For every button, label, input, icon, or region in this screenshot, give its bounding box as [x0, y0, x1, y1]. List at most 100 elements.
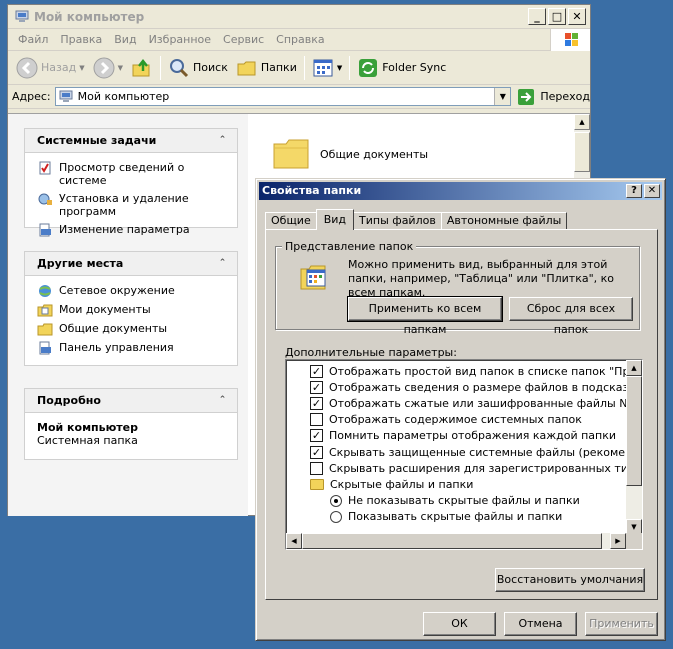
option-label: Скрывать расширения для зарегистрированн… — [329, 461, 643, 475]
settings-option[interactable]: ✓ Помнить параметры отображения каждой па… — [310, 428, 616, 444]
scroll-right-button[interactable]: ▶ — [610, 533, 626, 549]
back-button[interactable]: Назад ▼ — [12, 54, 89, 82]
maximize-button[interactable]: □ — [548, 8, 566, 25]
option-label: Отображать сжатые или зашифрованные файл… — [329, 396, 643, 410]
go-button[interactable]: Переход — [517, 88, 590, 106]
settings-option[interactable]: Не показывать скрытые файлы и папки — [330, 493, 580, 509]
tab-view[interactable]: Вид — [315, 209, 355, 230]
collapse-icon[interactable]: ⌃ — [216, 257, 229, 270]
scroll-thumb[interactable] — [574, 132, 590, 172]
option-label: Помнить параметры отображения каждой пап… — [329, 429, 617, 443]
settings-option[interactable]: ✓ Отображать простой вид папок в списке п… — [310, 363, 642, 379]
address-label: Адрес: — [12, 90, 51, 103]
up-folder-button[interactable] — [127, 54, 157, 82]
system-info-icon — [39, 161, 51, 175]
minimize-button[interactable]: _ — [528, 8, 546, 25]
back-arrow-icon — [16, 57, 38, 78]
checkbox[interactable]: ✓ — [310, 429, 323, 443]
system-tasks-header[interactable]: Системные задачи ⌃ — [25, 129, 237, 153]
shared-documents-item[interactable]: Общие документы — [272, 136, 428, 172]
scroll-up-button[interactable]: ▲ — [574, 114, 590, 130]
dialog-close-button[interactable]: ✕ — [644, 184, 660, 198]
add-remove-icon — [38, 193, 52, 205]
place-network[interactable]: Сетевое окружение — [37, 284, 227, 298]
menu-view[interactable]: Вид — [108, 33, 142, 46]
menu-edit[interactable]: Правка — [54, 33, 108, 46]
folder-icon — [273, 139, 309, 169]
control-panel-icon — [39, 341, 51, 355]
folder-icon — [310, 478, 324, 490]
radio-button[interactable] — [330, 494, 342, 507]
folder-views-icon — [300, 265, 326, 290]
list-vertical-scrollbar[interactable]: ▲ ▼ — [626, 360, 642, 535]
scroll-thumb[interactable] — [302, 533, 602, 549]
tab-offline-files[interactable]: Автономные файлы — [440, 212, 568, 230]
radio-button[interactable] — [330, 510, 342, 523]
dialog-title: Свойства папки — [262, 184, 362, 197]
collapse-icon[interactable]: ⌃ — [216, 394, 229, 407]
collapse-icon[interactable]: ⌃ — [216, 134, 229, 147]
menu-favorites[interactable]: Избранное — [143, 33, 217, 46]
menu-help[interactable]: Справка — [270, 33, 330, 46]
option-label: Отображать содержимое системных папок — [329, 413, 582, 427]
place-my-documents[interactable]: Мои документы — [37, 303, 227, 317]
reset-all-folders-button[interactable]: Сброс для всех папок — [509, 297, 633, 336]
advanced-settings-list[interactable]: ✓ Отображать простой вид папок в списке п… — [285, 359, 643, 550]
views-icon — [313, 59, 333, 76]
place-shared-documents[interactable]: Общие документы — [37, 322, 227, 336]
dialog-titlebar[interactable]: Свойства папки — [259, 182, 662, 200]
cancel-button[interactable]: Отмена — [504, 612, 577, 636]
task-add-remove-programs[interactable]: Установка и удаление программ — [37, 192, 227, 218]
address-dropdown-button[interactable]: ▼ — [494, 88, 511, 105]
scroll-up-button[interactable]: ▲ — [626, 360, 642, 376]
checkbox[interactable]: ✓ — [310, 396, 323, 410]
toolbar: Назад ▼ ▼ Поиск Папки ▼ Folder Sync — [8, 51, 590, 85]
restore-defaults-button[interactable]: Восстановить умолчания — [495, 568, 645, 592]
search-label: Поиск — [193, 61, 228, 74]
place-control-panel[interactable]: Панель управления — [37, 341, 227, 355]
details-header[interactable]: Подробно ⌃ — [25, 389, 237, 413]
menu-file[interactable]: Файл — [12, 33, 54, 46]
other-places-header[interactable]: Другие места ⌃ — [25, 252, 237, 276]
ok-button[interactable]: ОК — [423, 612, 496, 636]
settings-option[interactable]: Показывать скрытые файлы и папки — [330, 509, 562, 525]
search-button[interactable]: Поиск — [164, 54, 232, 82]
settings-option[interactable]: ✓ Отображать сжатые или зашифрованные фай… — [310, 395, 643, 411]
network-icon — [39, 285, 51, 297]
help-button[interactable]: ? — [626, 184, 642, 198]
tab-general[interactable]: Общие — [265, 212, 317, 230]
folders-button[interactable]: Папки — [232, 54, 301, 82]
menu-tools[interactable]: Сервис — [217, 33, 270, 46]
forward-button[interactable]: ▼ — [89, 54, 127, 82]
explorer-titlebar[interactable]: Мой компьютер _ □ ✕ — [8, 5, 590, 29]
close-button[interactable]: ✕ — [568, 8, 586, 25]
views-button[interactable]: ▼ — [308, 54, 346, 82]
checkbox[interactable] — [310, 461, 323, 475]
checkbox[interactable]: ✓ — [310, 380, 323, 394]
task-pane: Системные задачи ⌃ Просмотр сведений о с… — [8, 114, 248, 516]
settings-option[interactable]: ✓ Скрывать защищенные системные файлы (ре… — [310, 444, 642, 460]
folder-views-label: Представление папок — [282, 240, 417, 253]
apply-button[interactable]: Применить — [585, 612, 658, 636]
checkbox[interactable] — [310, 413, 323, 427]
address-input[interactable]: Мой компьютер ▼ — [54, 87, 512, 106]
settings-option[interactable]: Скрывать расширения для зарегистрированн… — [310, 460, 643, 476]
tab-file-types[interactable]: Типы файлов — [353, 212, 442, 230]
list-horizontal-scrollbar[interactable]: ◀ ▶ — [286, 533, 626, 549]
task-system-info[interactable]: Просмотр сведений о системе — [37, 161, 227, 187]
checkbox[interactable]: ✓ — [310, 364, 323, 378]
folder-icon — [37, 323, 53, 336]
task-change-setting[interactable]: Изменение параметра — [37, 223, 227, 237]
tab-strip: Общие Вид Типы файлов Автономные файлы — [265, 209, 568, 230]
go-arrow-icon — [518, 88, 535, 105]
settings-option[interactable]: ✓ Отображать сведения о размере файлов в … — [310, 379, 642, 395]
apply-to-all-folders-button[interactable]: Применить ко всем папкам — [347, 296, 503, 336]
scroll-thumb[interactable] — [626, 376, 642, 486]
settings-option[interactable]: Отображать содержимое системных папок — [310, 412, 582, 428]
system-tasks-title: Системные задачи — [37, 134, 157, 147]
folder-sync-button[interactable]: Folder Sync — [353, 54, 450, 82]
checkbox[interactable]: ✓ — [310, 445, 323, 459]
task-label: Изменение параметра — [59, 223, 190, 236]
scroll-left-button[interactable]: ◀ — [286, 533, 302, 549]
settings-icon — [39, 223, 51, 237]
